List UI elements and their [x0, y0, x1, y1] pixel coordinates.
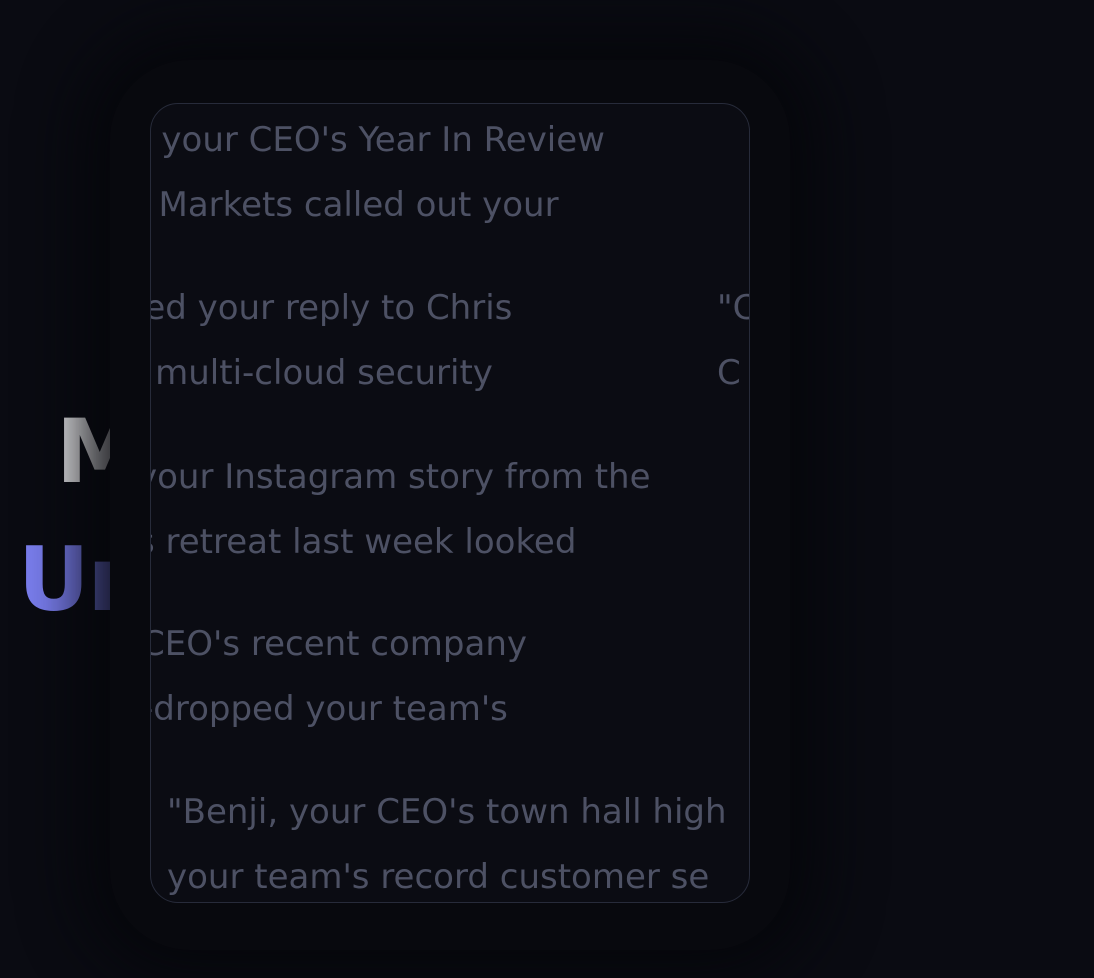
message-line: C [717, 353, 741, 393]
message-line: "C [717, 288, 749, 328]
message-line: d your CEO's Year In Review [150, 120, 605, 160]
message-line: s retreat last week looked [150, 522, 577, 562]
message-snippet: d your CEO's Year In Review c Markets ca… [150, 108, 605, 238]
message-line: -dropped your team's [150, 689, 508, 729]
message-line: CEO's recent company [150, 624, 528, 664]
message-line: ted your reply to Chris [150, 288, 513, 328]
message-line: your team's record customer se [167, 857, 710, 897]
message-line: t multi-cloud security [150, 353, 493, 393]
message-line: "Benji, your CEO's town hall high [167, 792, 727, 832]
message-snippet: CEO's recent company -dropped your team'… [150, 612, 528, 742]
message-snippet: ted your reply to Chris t multi-cloud se… [150, 276, 513, 406]
message-snippet: your Instagram story from the s retreat … [150, 445, 651, 575]
message-snippet: "C C [717, 276, 749, 406]
message-line: c Markets called out your [150, 185, 559, 225]
message-carousel-card: d your CEO's Year In Review c Markets ca… [150, 103, 750, 903]
message-line: your Instagram story from the [150, 457, 651, 497]
message-snippet: "Benji, your CEO's town hall high your t… [167, 780, 727, 902]
